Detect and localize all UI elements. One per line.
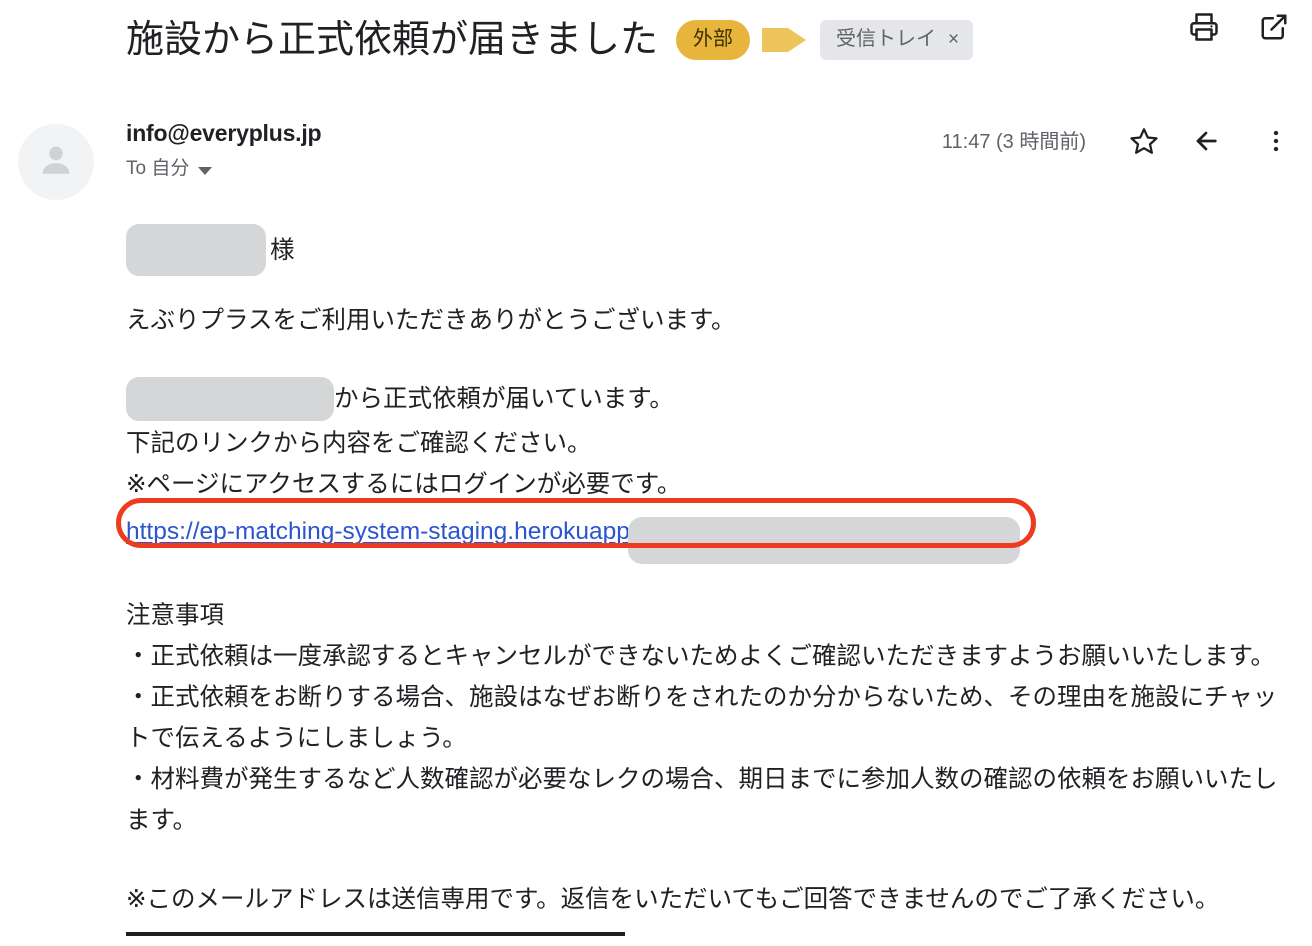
label-chip-inbox[interactable]: 受信トレイ ×	[820, 20, 974, 60]
message-timestamp: 11:47 (3 時間前)	[941, 131, 1086, 153]
reply-arrow-icon	[1194, 125, 1226, 160]
sender-email[interactable]: info@everyplus.jp	[126, 118, 322, 148]
reply-button[interactable]	[1194, 126, 1226, 158]
check-link-line: 下記のリンクから内容をご確認ください。	[126, 430, 592, 457]
login-required-line: ※ページにアクセスするにはログインが必要です。	[126, 471, 682, 498]
label-chip-text: 受信トレイ	[836, 28, 937, 50]
signature-divider	[126, 932, 625, 936]
message-body: 様 えぶりプラスをご利用いただきありがとうございます。 から正式依頼が届いていま…	[116, 222, 1286, 920]
recipient-row[interactable]: To 自分	[126, 157, 321, 181]
message-actions: 11:47 (3 時間前)	[942, 126, 1292, 158]
more-options-button[interactable]	[1260, 126, 1292, 158]
thanks-line: えぶりプラスをご利用いただきありがとうございます。	[126, 307, 736, 334]
open-in-new-window-button[interactable]	[1258, 12, 1290, 44]
close-icon[interactable]: ×	[948, 30, 959, 49]
star-button[interactable]	[1128, 126, 1160, 158]
redacted-facility-name	[126, 377, 334, 421]
redacted-recipient-name	[126, 223, 266, 276]
avatar[interactable]	[18, 124, 94, 200]
print-button[interactable]	[1188, 12, 1220, 44]
more-vertical-icon	[1263, 128, 1289, 157]
open-in-new-icon	[1259, 12, 1289, 45]
header-actions	[1188, 12, 1290, 44]
message-header: info@everyplus.jp To 自分 11:47 (3 時間前)	[0, 118, 1312, 210]
footer-notice: ※このメールアドレスは送信専用です。返信をいただいてもご回答できませんのでご了承…	[126, 886, 1220, 913]
request-block: から正式依頼が届いています。 下記のリンクから内容をご確認ください。 ※ページに…	[126, 377, 1286, 505]
greeting-suffix: 様	[270, 236, 295, 264]
note-item-2: ・正式依頼をお断りする場合、施設はなぜお断りをされたのか分からないため、その理由…	[126, 684, 1278, 752]
note-item-1: ・正式依頼は一度承認するとキャンセルができないためよくご確認いただきますようお願…	[126, 643, 1276, 670]
notes-title: 注意事項	[126, 602, 224, 629]
person-avatar-icon	[34, 138, 78, 187]
page-title: 施設から正式依頼が届きました	[126, 19, 659, 61]
notes-section: 注意事項 ・正式依頼は一度承認するとキャンセルができないためよくご確認いただきま…	[126, 595, 1286, 841]
subject-header: 施設から正式依頼が届きました 外部 受信トレイ ×	[0, 0, 1312, 80]
status-badge-external: 外部	[676, 20, 751, 60]
label-arrow-icon	[762, 25, 808, 55]
recipient-label: To 自分	[126, 158, 190, 179]
chevron-down-icon[interactable]	[198, 166, 213, 175]
matching-system-link[interactable]: https://ep-matching-system-staging.herok…	[126, 518, 630, 545]
print-icon	[1189, 12, 1219, 45]
redacted-url-tail	[627, 517, 1020, 564]
star-outline-icon	[1129, 126, 1159, 159]
greeting-line: 様	[126, 222, 1286, 278]
request-notice-text: から正式依頼が届いています。	[334, 385, 674, 413]
sender-meta: info@everyplus.jp To 自分	[126, 118, 322, 181]
note-item-3: ・材料費が発生するなど人数確認が必要なレクの場合、期日までに参加人数の確認の依頼…	[126, 766, 1278, 834]
link-row: https://ep-matching-system-staging.herok…	[116, 498, 1286, 564]
request-notice-line: から正式依頼が届いています。	[126, 377, 1286, 423]
